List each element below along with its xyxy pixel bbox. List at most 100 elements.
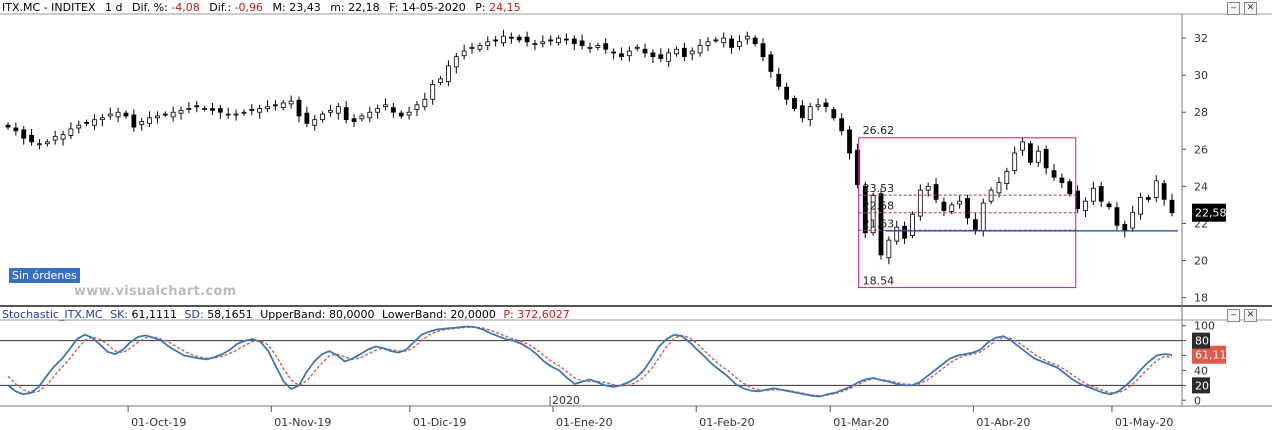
candle-up [139, 121, 145, 125]
candle-down [839, 118, 845, 132]
candle-up [532, 43, 538, 46]
candle-down [493, 39, 499, 42]
stoch-name: Stochastic_ITX.MC [2, 308, 103, 321]
candle-up [996, 182, 1002, 194]
candle-down [210, 108, 215, 111]
candle-down [1114, 207, 1120, 226]
candle-down [658, 54, 664, 59]
candle-up [556, 37, 561, 44]
candle-up [178, 109, 184, 114]
candle-up [501, 35, 506, 44]
candle-up [288, 100, 294, 105]
candle-down [304, 112, 310, 124]
upper-band-label: UpperBand: [260, 308, 326, 321]
candle-down [972, 219, 978, 232]
candle-up [359, 115, 365, 120]
candle-up [430, 84, 436, 100]
candle-down [516, 36, 522, 41]
candle-down [1161, 183, 1167, 200]
orders-badge[interactable]: Sin órdenes [9, 268, 80, 283]
year-marker: 2020 [552, 394, 580, 407]
candle-up [92, 119, 97, 126]
candle-down [249, 109, 255, 111]
candle-down [619, 53, 624, 58]
candle-up [328, 109, 333, 113]
candle-up [147, 117, 152, 124]
candle-down [1169, 199, 1175, 214]
candle-up [1035, 150, 1041, 163]
candle-down [194, 105, 200, 108]
candle-down [847, 129, 852, 154]
candle-up [280, 102, 286, 109]
candle-up [375, 108, 381, 113]
candle-up [170, 111, 176, 118]
candle-up [957, 200, 963, 205]
candle-up [705, 41, 711, 46]
symbol-name: ITX.MC - INDITEX [2, 1, 96, 14]
candle-up [477, 45, 483, 50]
candle-up [37, 143, 42, 146]
candle-down [21, 129, 27, 139]
candle-up [155, 115, 160, 119]
candle-up [461, 50, 467, 57]
last-price-tag-label: 22,58 [1195, 207, 1227, 220]
p-value: 372,6027 [517, 308, 570, 321]
candle-up [68, 128, 74, 136]
candle-down [603, 43, 609, 50]
level-label: 21.63 [863, 217, 895, 230]
candle-up [689, 50, 695, 55]
candle-down [123, 112, 129, 117]
candle-down [524, 36, 530, 43]
date-label: F: [389, 1, 399, 14]
candle-up [1012, 152, 1018, 172]
range-high-label: 26.62 [863, 124, 895, 137]
candle-up [312, 119, 318, 126]
candle-up [674, 48, 679, 55]
candle-down [681, 47, 687, 58]
close-button[interactable]: ✕ [1244, 2, 1257, 15]
candle-down [29, 135, 34, 143]
sk-value-tag-label: 61,11 [1195, 349, 1227, 362]
x-tick-label: 01-Dic-19 [413, 416, 467, 429]
minimize-button[interactable]: ‒ [1227, 2, 1240, 15]
candle-down [131, 114, 137, 128]
candle-down [1122, 223, 1128, 232]
candle-up [1004, 171, 1010, 184]
candle-up [367, 111, 373, 119]
indicator-close-button[interactable]: ✕ [1244, 309, 1257, 322]
candle-down [1106, 203, 1112, 208]
indicator-minimize-button[interactable]: ‒ [1227, 309, 1240, 322]
candle-up [44, 141, 50, 145]
candle-down [823, 102, 829, 108]
candle-up [186, 108, 192, 110]
candle-up [1020, 141, 1025, 151]
candle-down [965, 198, 970, 219]
candle-down [941, 201, 947, 211]
price-y-tick-label: 18 [1194, 292, 1208, 305]
sk-value: 61,1111 [131, 308, 178, 321]
max-value: 23,43 [289, 1, 321, 14]
candle-up [99, 117, 105, 121]
candle-down [571, 38, 577, 45]
candle-down [611, 51, 616, 54]
candle-up [807, 106, 813, 121]
candle-down [768, 54, 774, 72]
candle-up [886, 239, 892, 259]
stoch-y-tick-label: 40 [1194, 364, 1208, 377]
sk-series-line [7, 325, 1173, 398]
dif-value: -0,96 [234, 1, 264, 14]
price-header: ITX.MC - INDITEX 1 d Dif. %: -4,08 Dif.:… [2, 1, 521, 14]
candle-down [776, 73, 782, 87]
candle-down [1146, 197, 1151, 200]
candle-down [1028, 143, 1033, 163]
candle-down [1043, 148, 1049, 169]
candle-down [13, 127, 19, 132]
min-label: m: [330, 1, 345, 14]
candle-up [60, 134, 66, 140]
candle-up [115, 111, 121, 118]
watermark: www.visualchart.com [74, 284, 237, 299]
candle-down [1067, 181, 1073, 195]
candle-up [453, 56, 459, 68]
candle-down [831, 109, 837, 119]
candle-down [390, 107, 396, 113]
